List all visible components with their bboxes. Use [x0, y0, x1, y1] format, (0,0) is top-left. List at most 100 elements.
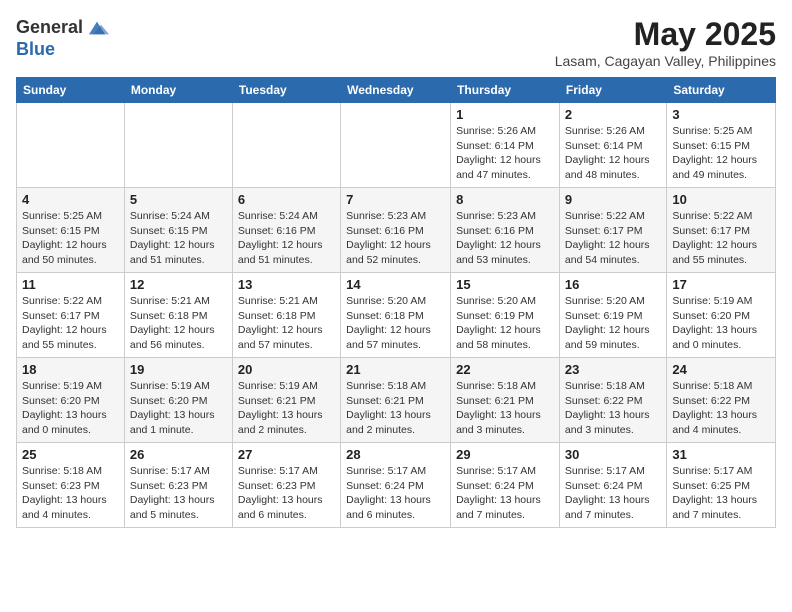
day-number: 4: [22, 192, 119, 207]
day-info: Sunrise: 5:18 AMSunset: 6:22 PMDaylight:…: [672, 379, 770, 438]
day-number: 14: [346, 277, 445, 292]
table-row: 27 Sunrise: 5:17 AMSunset: 6:23 PMDaylig…: [232, 443, 340, 528]
day-number: 26: [130, 447, 227, 462]
week-row-4: 18 Sunrise: 5:19 AMSunset: 6:20 PMDaylig…: [17, 358, 776, 443]
table-row: 7 Sunrise: 5:23 AMSunset: 6:16 PMDayligh…: [341, 188, 451, 273]
day-number: 1: [456, 107, 554, 122]
day-info: Sunrise: 5:23 AMSunset: 6:16 PMDaylight:…: [346, 209, 445, 268]
table-row: 23 Sunrise: 5:18 AMSunset: 6:22 PMDaylig…: [559, 358, 666, 443]
header-thursday: Thursday: [451, 78, 560, 103]
logo-general: General: [16, 18, 83, 38]
day-info: Sunrise: 5:26 AMSunset: 6:14 PMDaylight:…: [565, 124, 661, 183]
logo: General Blue: [16, 16, 109, 60]
day-number: 13: [238, 277, 335, 292]
week-row-1: 1 Sunrise: 5:26 AMSunset: 6:14 PMDayligh…: [17, 103, 776, 188]
table-row: 29 Sunrise: 5:17 AMSunset: 6:24 PMDaylig…: [451, 443, 560, 528]
table-row: 26 Sunrise: 5:17 AMSunset: 6:23 PMDaylig…: [124, 443, 232, 528]
day-number: 9: [565, 192, 661, 207]
day-number: 15: [456, 277, 554, 292]
table-row: 5 Sunrise: 5:24 AMSunset: 6:15 PMDayligh…: [124, 188, 232, 273]
table-row: 6 Sunrise: 5:24 AMSunset: 6:16 PMDayligh…: [232, 188, 340, 273]
day-number: 7: [346, 192, 445, 207]
day-number: 30: [565, 447, 661, 462]
day-number: 19: [130, 362, 227, 377]
table-row: 1 Sunrise: 5:26 AMSunset: 6:14 PMDayligh…: [451, 103, 560, 188]
day-info: Sunrise: 5:21 AMSunset: 6:18 PMDaylight:…: [238, 294, 335, 353]
title-block: May 2025 Lasam, Cagayan Valley, Philippi…: [555, 16, 776, 69]
table-row: 9 Sunrise: 5:22 AMSunset: 6:17 PMDayligh…: [559, 188, 666, 273]
table-row: 14 Sunrise: 5:20 AMSunset: 6:18 PMDaylig…: [341, 273, 451, 358]
day-info: Sunrise: 5:17 AMSunset: 6:24 PMDaylight:…: [346, 464, 445, 523]
day-info: Sunrise: 5:18 AMSunset: 6:22 PMDaylight:…: [565, 379, 661, 438]
day-number: 24: [672, 362, 770, 377]
page-header: General Blue May 2025 Lasam, Cagayan Val…: [16, 16, 776, 69]
day-info: Sunrise: 5:22 AMSunset: 6:17 PMDaylight:…: [565, 209, 661, 268]
logo-text: General Blue: [16, 16, 109, 60]
table-row: [232, 103, 340, 188]
table-row: 4 Sunrise: 5:25 AMSunset: 6:15 PMDayligh…: [17, 188, 125, 273]
table-row: 3 Sunrise: 5:25 AMSunset: 6:15 PMDayligh…: [667, 103, 776, 188]
month-title: May 2025: [555, 16, 776, 53]
day-info: Sunrise: 5:24 AMSunset: 6:15 PMDaylight:…: [130, 209, 227, 268]
table-row: 16 Sunrise: 5:20 AMSunset: 6:19 PMDaylig…: [559, 273, 666, 358]
table-row: 17 Sunrise: 5:19 AMSunset: 6:20 PMDaylig…: [667, 273, 776, 358]
table-row: 24 Sunrise: 5:18 AMSunset: 6:22 PMDaylig…: [667, 358, 776, 443]
table-row: 13 Sunrise: 5:21 AMSunset: 6:18 PMDaylig…: [232, 273, 340, 358]
location-title: Lasam, Cagayan Valley, Philippines: [555, 53, 776, 69]
day-info: Sunrise: 5:19 AMSunset: 6:21 PMDaylight:…: [238, 379, 335, 438]
logo-blue: Blue: [16, 40, 109, 60]
logo-icon: [85, 16, 109, 40]
day-number: 20: [238, 362, 335, 377]
day-info: Sunrise: 5:18 AMSunset: 6:21 PMDaylight:…: [456, 379, 554, 438]
table-row: 8 Sunrise: 5:23 AMSunset: 6:16 PMDayligh…: [451, 188, 560, 273]
day-info: Sunrise: 5:26 AMSunset: 6:14 PMDaylight:…: [456, 124, 554, 183]
table-row: 30 Sunrise: 5:17 AMSunset: 6:24 PMDaylig…: [559, 443, 666, 528]
table-row: 31 Sunrise: 5:17 AMSunset: 6:25 PMDaylig…: [667, 443, 776, 528]
day-number: 27: [238, 447, 335, 462]
table-row: 11 Sunrise: 5:22 AMSunset: 6:17 PMDaylig…: [17, 273, 125, 358]
day-info: Sunrise: 5:20 AMSunset: 6:19 PMDaylight:…: [565, 294, 661, 353]
header-wednesday: Wednesday: [341, 78, 451, 103]
day-info: Sunrise: 5:17 AMSunset: 6:24 PMDaylight:…: [565, 464, 661, 523]
table-row: 28 Sunrise: 5:17 AMSunset: 6:24 PMDaylig…: [341, 443, 451, 528]
day-info: Sunrise: 5:24 AMSunset: 6:16 PMDaylight:…: [238, 209, 335, 268]
table-row: 10 Sunrise: 5:22 AMSunset: 6:17 PMDaylig…: [667, 188, 776, 273]
table-row: [124, 103, 232, 188]
day-info: Sunrise: 5:25 AMSunset: 6:15 PMDaylight:…: [672, 124, 770, 183]
table-row: 2 Sunrise: 5:26 AMSunset: 6:14 PMDayligh…: [559, 103, 666, 188]
weekday-header-row: Sunday Monday Tuesday Wednesday Thursday…: [17, 78, 776, 103]
day-number: 2: [565, 107, 661, 122]
week-row-5: 25 Sunrise: 5:18 AMSunset: 6:23 PMDaylig…: [17, 443, 776, 528]
table-row: 25 Sunrise: 5:18 AMSunset: 6:23 PMDaylig…: [17, 443, 125, 528]
table-row: 19 Sunrise: 5:19 AMSunset: 6:20 PMDaylig…: [124, 358, 232, 443]
day-info: Sunrise: 5:21 AMSunset: 6:18 PMDaylight:…: [130, 294, 227, 353]
week-row-2: 4 Sunrise: 5:25 AMSunset: 6:15 PMDayligh…: [17, 188, 776, 273]
calendar: Sunday Monday Tuesday Wednesday Thursday…: [16, 77, 776, 528]
header-friday: Friday: [559, 78, 666, 103]
day-number: 18: [22, 362, 119, 377]
day-number: 3: [672, 107, 770, 122]
day-number: 22: [456, 362, 554, 377]
day-number: 11: [22, 277, 119, 292]
day-number: 5: [130, 192, 227, 207]
table-row: 15 Sunrise: 5:20 AMSunset: 6:19 PMDaylig…: [451, 273, 560, 358]
day-info: Sunrise: 5:18 AMSunset: 6:21 PMDaylight:…: [346, 379, 445, 438]
day-number: 6: [238, 192, 335, 207]
day-info: Sunrise: 5:17 AMSunset: 6:23 PMDaylight:…: [238, 464, 335, 523]
day-number: 31: [672, 447, 770, 462]
day-number: 21: [346, 362, 445, 377]
day-info: Sunrise: 5:17 AMSunset: 6:25 PMDaylight:…: [672, 464, 770, 523]
day-info: Sunrise: 5:17 AMSunset: 6:23 PMDaylight:…: [130, 464, 227, 523]
table-row: [17, 103, 125, 188]
day-number: 10: [672, 192, 770, 207]
day-number: 12: [130, 277, 227, 292]
day-info: Sunrise: 5:22 AMSunset: 6:17 PMDaylight:…: [22, 294, 119, 353]
day-number: 29: [456, 447, 554, 462]
day-number: 25: [22, 447, 119, 462]
day-number: 16: [565, 277, 661, 292]
table-row: 22 Sunrise: 5:18 AMSunset: 6:21 PMDaylig…: [451, 358, 560, 443]
day-info: Sunrise: 5:19 AMSunset: 6:20 PMDaylight:…: [672, 294, 770, 353]
day-info: Sunrise: 5:20 AMSunset: 6:18 PMDaylight:…: [346, 294, 445, 353]
header-sunday: Sunday: [17, 78, 125, 103]
week-row-3: 11 Sunrise: 5:22 AMSunset: 6:17 PMDaylig…: [17, 273, 776, 358]
